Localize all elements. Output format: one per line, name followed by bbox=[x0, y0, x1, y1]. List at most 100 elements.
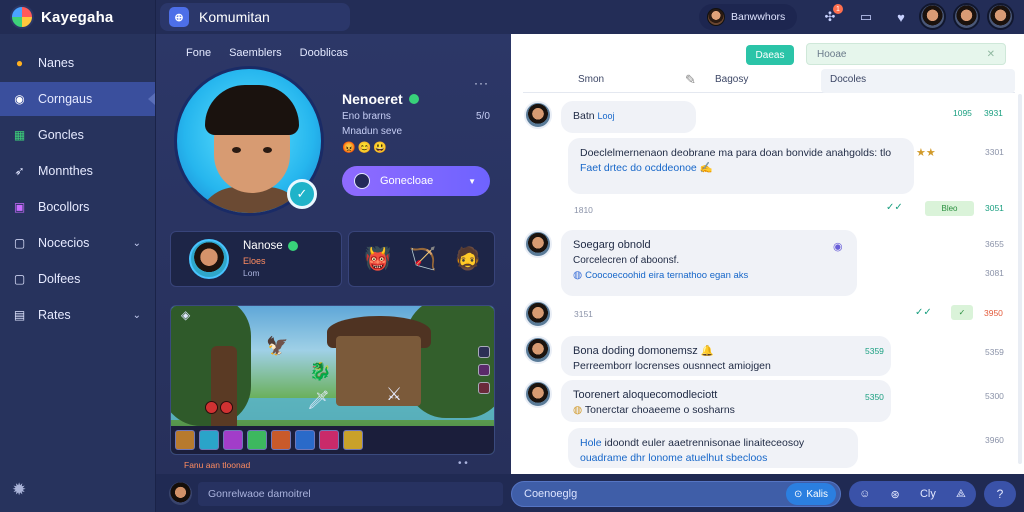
side-button-icon[interactable] bbox=[478, 364, 490, 376]
item-slot-icon[interactable] bbox=[199, 430, 219, 450]
help-icon[interactable]: ? bbox=[984, 481, 1016, 507]
globe-icon: ◍ bbox=[573, 404, 583, 416]
reaction-icons: ✓✓ bbox=[915, 307, 932, 318]
globe-icon: ◉ bbox=[14, 92, 25, 106]
health-hearts bbox=[205, 401, 233, 414]
square-icon: ▢ bbox=[13, 272, 26, 286]
message-line: Tonerctar choaeeme o sosharns bbox=[584, 404, 735, 416]
profile-name: Nenoeret bbox=[342, 91, 403, 107]
sidebar-item-nocecios[interactable]: ▢ Nocecios ⌄ bbox=[0, 226, 155, 260]
message-line: Perreemborr locrenses ousnnect amiojgen bbox=[573, 360, 771, 372]
avatar-eye bbox=[232, 147, 241, 153]
globe-icon: ◍ bbox=[573, 269, 583, 281]
more-options-icon[interactable]: ··· bbox=[474, 76, 489, 90]
gamepad-icon[interactable]: ⊛ bbox=[891, 488, 900, 501]
message-link[interactable]: Faet drtec do ocddeonoe bbox=[580, 162, 697, 174]
send-button[interactable]: ⊙ Kalis bbox=[786, 483, 836, 505]
warrior-character-icon[interactable]: 👹 bbox=[361, 241, 395, 277]
gem-icon: ◈ bbox=[181, 308, 191, 322]
message-text: Doeclelmernenaon deobrane ma para doan b… bbox=[580, 147, 892, 159]
message-time: 1095 bbox=[953, 108, 972, 118]
status-input[interactable]: Gonrelwaoe damoitrel bbox=[198, 482, 503, 506]
chevron-down-icon[interactable]: ⌄ bbox=[133, 238, 141, 249]
avatar[interactable] bbox=[919, 3, 946, 30]
heart-icon[interactable]: ♥ bbox=[891, 7, 911, 27]
profile-action-button[interactable]: Gonecloae ▼ bbox=[342, 166, 490, 196]
message-bubble: Doeclelmernenaon deobrane ma para doan b… bbox=[568, 138, 914, 194]
sidebar-item-dolfees[interactable]: ▢ Dolfees bbox=[0, 262, 155, 296]
window-icon[interactable]: ▭ bbox=[856, 7, 876, 27]
chat-scrollbar[interactable] bbox=[1018, 94, 1022, 464]
item-slot-icon[interactable] bbox=[343, 430, 363, 450]
avatar[interactable] bbox=[953, 3, 980, 30]
avatar[interactable] bbox=[987, 3, 1014, 30]
chat-panel: Daeas Hooae ✕ Smon ✎ Bagosy Docoles Batn… bbox=[511, 34, 1024, 474]
puzzle-icon[interactable]: ✣ 1 bbox=[820, 4, 843, 27]
tab-dooblicas[interactable]: Dooblicas bbox=[300, 47, 348, 59]
message-title: Hole bbox=[580, 437, 602, 449]
message-time: 3655 bbox=[985, 239, 1004, 249]
tools-label[interactable]: Cly bbox=[920, 488, 936, 500]
side-button-icon[interactable] bbox=[478, 382, 490, 394]
sidebar-item-label: Dolfees bbox=[38, 272, 81, 286]
knight-character-icon: 🗡 bbox=[307, 390, 330, 410]
emoji-icon[interactable]: ☺ bbox=[859, 488, 870, 500]
bottom-bar: Gonrelwaoe damoitrel Coenoeglg ⊙ Kalis ☺… bbox=[156, 474, 1024, 512]
message-link[interactable]: Coocoecoohid eira ternathoo egan aks bbox=[585, 270, 748, 281]
picture-icon: ▣ bbox=[13, 200, 26, 214]
message-time: 3301 bbox=[985, 147, 1004, 157]
avatar[interactable] bbox=[524, 380, 552, 408]
item-slot-icon[interactable] bbox=[319, 430, 339, 450]
item-slot-icon[interactable] bbox=[175, 430, 195, 450]
message-input-value: Coenoeglg bbox=[524, 488, 578, 500]
friend-card[interactable]: Nanose Eloes Lom bbox=[170, 231, 342, 287]
item-slot-icon[interactable] bbox=[295, 430, 315, 450]
message-time: 5300 bbox=[985, 391, 1004, 401]
tab-docoles[interactable]: Docoles bbox=[830, 74, 866, 85]
folder-icon: ▤ bbox=[13, 308, 26, 322]
chat-search-input[interactable]: Hooae ✕ bbox=[806, 43, 1006, 65]
game-preview[interactable]: 🦅 🐉 🗡 ⚔ ◈ bbox=[170, 305, 495, 455]
user-name: Banwwhors bbox=[731, 11, 786, 23]
reaction-icon: ◉ bbox=[833, 241, 843, 253]
hero-character-icon[interactable]: 🧔 bbox=[451, 241, 485, 277]
tab-smon[interactable]: Smon bbox=[578, 74, 604, 85]
chevron-down-icon[interactable]: ⌄ bbox=[133, 310, 141, 321]
share-icon[interactable]: ⟁ bbox=[956, 488, 966, 501]
sidebar-item-corngaus[interactable]: ◉ Corngaus bbox=[0, 82, 155, 116]
community-icon: ⊕ bbox=[169, 7, 189, 27]
message-line: Looj bbox=[597, 111, 615, 121]
sidebar-item-rates[interactable]: ▤ Rates ⌄ bbox=[0, 298, 155, 332]
sidebar-item-goncles[interactable]: ▦ Goncles bbox=[0, 118, 155, 152]
close-icon[interactable]: ✕ bbox=[987, 49, 995, 60]
sidebar-item-nanes[interactable]: ● Nanes bbox=[0, 46, 155, 80]
avatar[interactable] bbox=[169, 482, 192, 505]
tab-bagosy[interactable]: Bagosy bbox=[715, 74, 748, 85]
avatar[interactable] bbox=[524, 300, 552, 328]
sidebar-item-monnthes[interactable]: ➶ Monnthes bbox=[0, 154, 155, 188]
item-slot-icon[interactable] bbox=[247, 430, 267, 450]
heart-icon bbox=[205, 401, 218, 414]
archer-character-icon[interactable]: 🏹 bbox=[406, 241, 440, 277]
more-dots-icon[interactable]: • • bbox=[458, 458, 468, 469]
characters-card[interactable]: 👹 🏹 🧔 bbox=[348, 231, 495, 287]
avatar-eye bbox=[263, 147, 272, 153]
avatar[interactable] bbox=[524, 336, 552, 364]
brand[interactable]: Kayegaha bbox=[0, 0, 155, 34]
user-chip[interactable]: Banwwhors bbox=[699, 4, 797, 30]
settings-icon[interactable]: ✹ bbox=[12, 480, 26, 500]
item-hotbar bbox=[171, 426, 494, 454]
side-button-icon[interactable] bbox=[478, 346, 490, 358]
tab-fone[interactable]: Fone bbox=[186, 47, 211, 59]
item-slot-icon[interactable] bbox=[271, 430, 291, 450]
tab-saemblers[interactable]: Saemblers bbox=[229, 47, 282, 59]
bell-emoji-icon: 🔔 bbox=[700, 345, 714, 357]
online-status-icon bbox=[408, 94, 419, 104]
sidebar-item-bocollors[interactable]: ▣ Bocollors bbox=[0, 190, 155, 224]
check-tag-icon: ✓ bbox=[951, 305, 973, 320]
chat-header-button[interactable]: Daeas bbox=[746, 45, 794, 65]
quill-icon[interactable]: ✎ bbox=[685, 72, 696, 88]
avatar[interactable] bbox=[524, 230, 552, 258]
item-slot-icon[interactable] bbox=[223, 430, 243, 450]
avatar[interactable] bbox=[524, 101, 552, 129]
